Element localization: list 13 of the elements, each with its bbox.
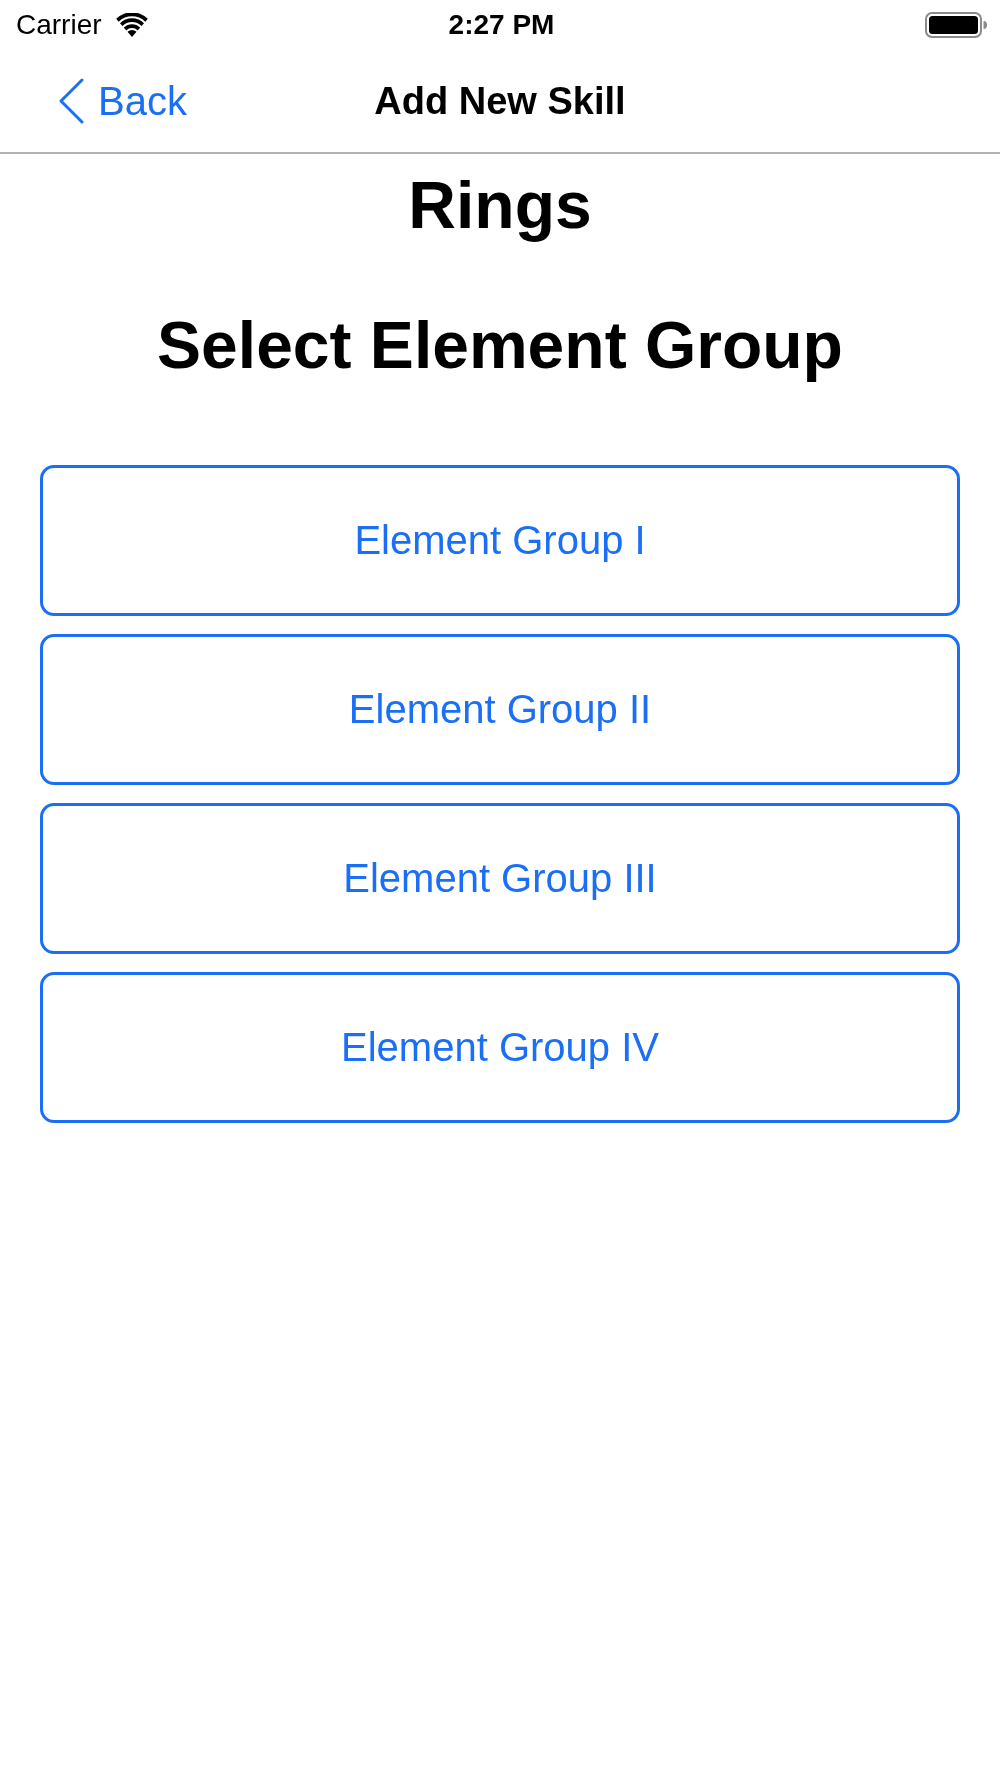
section-heading: Select Element Group [156, 307, 844, 383]
back-button[interactable]: Back [58, 78, 187, 124]
nav-title: Add New Skill [374, 79, 626, 123]
element-group-button[interactable]: Element Group II [40, 634, 960, 785]
element-group-button[interactable]: Element Group I [40, 465, 960, 616]
element-group-button[interactable]: Element Group III [40, 803, 960, 954]
chevron-left-icon [58, 78, 84, 124]
status-time: 2:27 PM [448, 9, 555, 41]
page-heading: Rings [407, 167, 593, 243]
battery-icon [925, 12, 987, 38]
element-group-button[interactable]: Element Group IV [40, 972, 960, 1123]
carrier-label: Carrier [16, 9, 102, 41]
wifi-icon [115, 13, 148, 37]
